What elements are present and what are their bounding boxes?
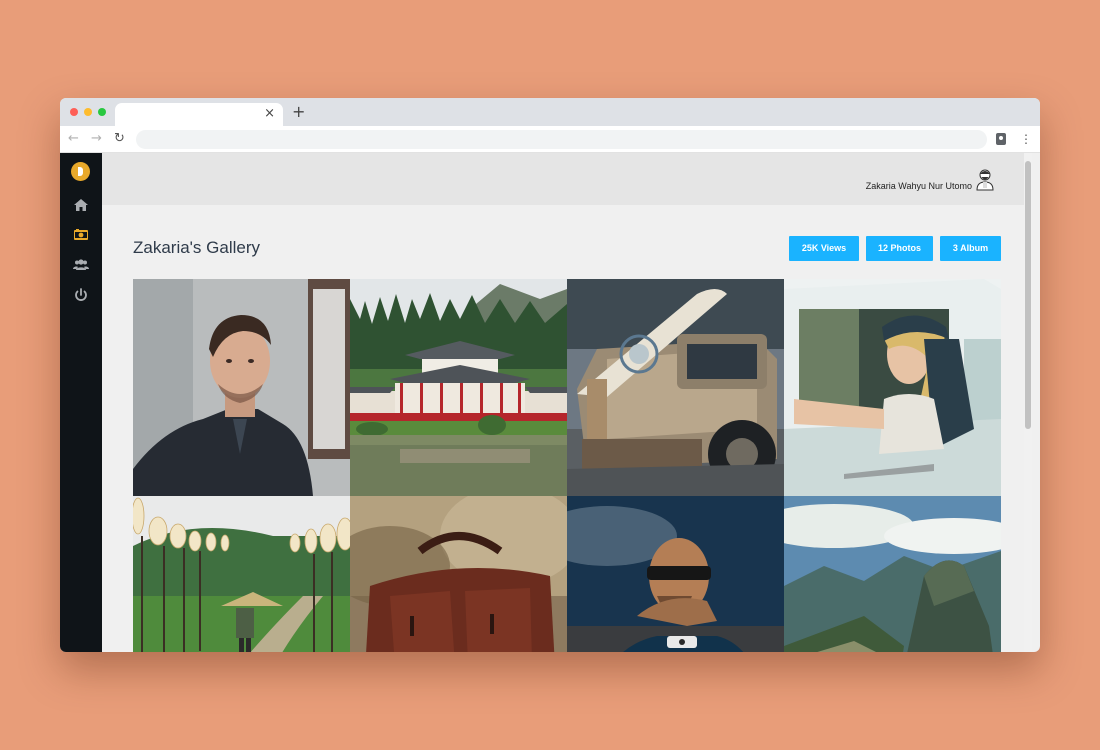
photo-woman-in-car[interactable]: [784, 279, 1001, 496]
photo-portrait-man[interactable]: [133, 279, 350, 496]
browser-toolbar: ← → ↻ ⋮: [60, 126, 1040, 153]
main-content: Zakaria Wahyu Nur Utomo Zakaria's Galler…: [102, 153, 1032, 652]
photo-man-with-sunglasses[interactable]: [567, 496, 784, 652]
browser-tab[interactable]: ×: [115, 103, 283, 126]
forward-icon[interactable]: →: [91, 130, 102, 148]
user-name[interactable]: Zakaria Wahyu Nur Utomo: [866, 181, 972, 191]
tab-bar: × +: [60, 98, 1040, 126]
maximize-window-button[interactable]: [98, 108, 106, 116]
tab-close-icon[interactable]: ×: [264, 106, 275, 122]
page-title: Zakaria's Gallery: [133, 238, 261, 257]
scrollbar-thumb[interactable]: [1025, 161, 1031, 429]
app-logo[interactable]: [71, 162, 90, 181]
album-button[interactable]: 3 Album: [940, 236, 1001, 261]
photo-grid: [133, 279, 1001, 652]
photos-button[interactable]: 12 Photos: [866, 236, 933, 261]
power-icon[interactable]: [72, 287, 90, 303]
sidebar: [60, 153, 102, 652]
browser-window: × + ← → ↻ ⋮ Zakaria Wahyu Nur Utomo Zaka…: [60, 98, 1040, 652]
extension-icon[interactable]: [996, 133, 1006, 145]
camera-icon[interactable]: [72, 227, 90, 243]
users-icon[interactable]: [72, 257, 90, 273]
app: Zakaria Wahyu Nur Utomo Zakaria's Galler…: [60, 153, 1040, 652]
home-icon[interactable]: [72, 197, 90, 213]
photo-vintage-truck[interactable]: [567, 279, 784, 496]
views-button[interactable]: 25K Views: [789, 236, 859, 261]
photo-leather-bag[interactable]: [350, 496, 567, 652]
address-bar[interactable]: [136, 130, 987, 149]
minimize-window-button[interactable]: [84, 108, 92, 116]
scrollbar[interactable]: [1024, 153, 1032, 652]
user-avatar-icon[interactable]: [974, 167, 996, 191]
photo-lantern-path[interactable]: [133, 496, 350, 652]
gallery-header: Zakaria's Gallery 25K Views 12 Photos 3 …: [102, 205, 1032, 279]
close-window-button[interactable]: [70, 108, 78, 116]
reload-icon[interactable]: ↻: [114, 130, 125, 148]
new-tab-button[interactable]: +: [292, 103, 305, 121]
top-bar: Zakaria Wahyu Nur Utomo: [102, 153, 1032, 205]
browser-menu-icon[interactable]: ⋮: [1020, 130, 1032, 148]
window-controls: [70, 108, 106, 116]
photo-japanese-temple[interactable]: [350, 279, 567, 496]
back-icon[interactable]: ←: [68, 130, 79, 148]
photo-mountain-ruins[interactable]: [784, 496, 1001, 652]
